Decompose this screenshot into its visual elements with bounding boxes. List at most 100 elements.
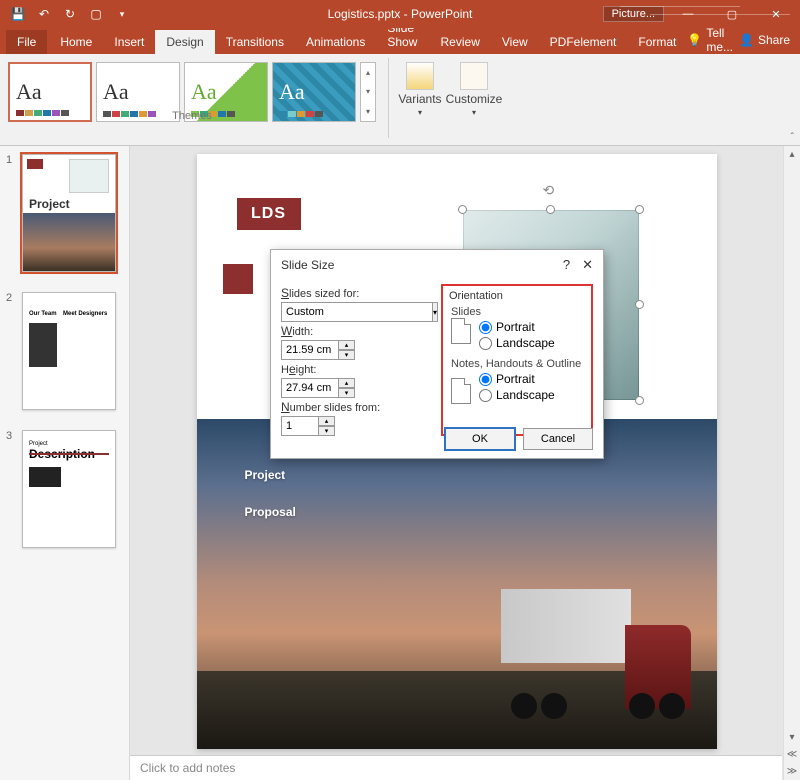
ribbon-tabs: File Home Insert Design Transitions Anim…	[0, 28, 800, 54]
thumbnail-number: 1	[6, 154, 16, 272]
theme-card[interactable]: Aa	[96, 62, 180, 122]
share-label: Share	[758, 33, 790, 47]
start-slideshow-icon[interactable]: ▢	[88, 6, 104, 22]
page-portrait-icon	[451, 378, 471, 404]
resize-handle[interactable]	[635, 205, 644, 214]
collapse-ribbon-icon[interactable]: ˆ	[791, 132, 794, 143]
slide-editor[interactable]: LDS ⟲ ProjectProposal	[130, 146, 783, 780]
tab-pdfelement[interactable]: PDFelement	[539, 30, 628, 54]
slide-size-dialog: Slide Size ? ✕ Slides sized for: ▾ Width…	[270, 249, 604, 459]
tab-file[interactable]: File	[6, 30, 47, 54]
page-portrait-icon	[451, 318, 471, 344]
rotate-handle-icon[interactable]: ⟲	[543, 182, 559, 198]
orientation-header: Orientation	[449, 290, 585, 302]
notes-subheader: Notes, Handouts & Outline	[451, 358, 585, 370]
bulb-icon: 💡	[687, 33, 702, 47]
titlebar: 💾 ↶ ↻ ▢ ▾ Logistics.pptx - PowerPoint Pi…	[0, 0, 800, 28]
width-input[interactable]	[281, 340, 339, 360]
tab-format[interactable]: Format	[627, 30, 687, 54]
number-from-spinner[interactable]: ▴▾	[281, 416, 337, 436]
customize-button[interactable]: Customize▾	[447, 54, 501, 117]
sized-for-input[interactable]	[281, 302, 433, 322]
tab-design[interactable]: Design	[155, 30, 214, 54]
slides-subheader: Slides	[451, 306, 585, 318]
tab-animations[interactable]: Animations	[295, 30, 376, 54]
dialog-close-icon[interactable]: ✕	[582, 257, 593, 273]
scroll-down-icon[interactable]: ▾	[784, 729, 800, 746]
spin-up-icon[interactable]: ▴	[339, 378, 355, 388]
thumbnail-slide-2[interactable]: Our TeamMeet Designers	[22, 292, 116, 410]
slide-thumbnails-pane[interactable]: 1 ProjectProposal 2 Our TeamMeet Designe…	[0, 146, 130, 780]
thumbnail-item[interactable]: 2 Our TeamMeet Designers	[6, 292, 123, 410]
spin-up-icon[interactable]: ▴	[339, 340, 355, 350]
chevron-down-icon[interactable]: ▾	[433, 302, 438, 322]
prev-slide-icon[interactable]: ≪	[784, 746, 800, 763]
tab-review[interactable]: Review	[430, 30, 491, 54]
thumbnail-number: 2	[6, 292, 16, 410]
variants-icon	[406, 62, 434, 90]
number-from-label: Number slides from:	[281, 400, 433, 414]
thumbnail-item[interactable]: 1 ProjectProposal	[6, 154, 123, 272]
redo-icon[interactable]: ↻	[62, 6, 78, 22]
next-slide-icon[interactable]: ≫	[784, 763, 800, 780]
tab-insert[interactable]: Insert	[103, 30, 155, 54]
orientation-group: Orientation Slides Portrait Landscape No…	[441, 284, 593, 436]
width-spinner[interactable]: ▴▾	[281, 340, 357, 360]
height-input[interactable]	[281, 378, 339, 398]
number-from-input[interactable]	[281, 416, 319, 436]
theme-card-current[interactable]: Aa	[8, 62, 92, 122]
resize-handle[interactable]	[635, 396, 644, 405]
sized-for-label: Slides sized for:	[281, 286, 433, 300]
notes-pane[interactable]: Click to add notes	[130, 755, 782, 780]
thumbnail-slide-3[interactable]: Project Description	[22, 430, 116, 548]
thumbnail-slide-1[interactable]: ProjectProposal	[22, 154, 116, 272]
group-label-themes: Themes	[172, 110, 212, 122]
qat-dropdown-icon[interactable]: ▾	[114, 6, 130, 22]
logo-badge: LDS	[237, 198, 301, 230]
dialog-help-icon[interactable]: ?	[563, 257, 570, 273]
accent-square	[223, 264, 253, 294]
dialog-title: Slide Size	[281, 258, 334, 272]
tab-transitions[interactable]: Transitions	[215, 30, 295, 54]
resize-handle[interactable]	[458, 205, 467, 214]
spin-down-icon[interactable]: ▾	[339, 350, 355, 360]
cancel-button[interactable]: Cancel	[523, 428, 593, 450]
height-label: Height:	[281, 362, 433, 376]
spin-down-icon[interactable]: ▾	[319, 426, 335, 436]
thumbnail-number: 3	[6, 430, 16, 548]
slides-landscape-radio[interactable]: Landscape	[479, 336, 585, 350]
notes-placeholder: Click to add notes	[140, 761, 235, 775]
resize-handle[interactable]	[635, 300, 644, 309]
notes-portrait-radio[interactable]: Portrait	[479, 372, 585, 386]
vertical-scrollbar[interactable]: ▴ ▾ ≪ ≫	[783, 146, 800, 780]
save-icon[interactable]: 💾	[10, 6, 26, 22]
window-title: Logistics.pptx - PowerPoint	[328, 7, 473, 21]
workspace: 1 ProjectProposal 2 Our TeamMeet Designe…	[0, 146, 800, 780]
sized-for-combo[interactable]: ▾	[281, 302, 433, 322]
ok-button[interactable]: OK	[445, 428, 515, 450]
undo-icon[interactable]: ↶	[36, 6, 52, 22]
spin-down-icon[interactable]: ▾	[339, 388, 355, 398]
share-button[interactable]: 👤 Share	[739, 33, 790, 47]
theme-card[interactable]: Aa	[272, 62, 356, 122]
resize-handle[interactable]	[546, 205, 555, 214]
slide-title[interactable]: ProjectProposal	[245, 450, 296, 525]
tab-home[interactable]: Home	[49, 30, 103, 54]
scroll-up-icon[interactable]: ▴	[784, 146, 800, 163]
tab-view[interactable]: View	[491, 30, 539, 54]
share-icon: 👤	[739, 33, 754, 47]
width-label: Width:	[281, 324, 433, 338]
spin-up-icon[interactable]: ▴	[319, 416, 335, 426]
ribbon-body: Aa Aa Aa Aa ▴▾▾ Themes Variants▾ Customi…	[0, 54, 800, 146]
variants-button[interactable]: Variants▾	[393, 54, 447, 117]
variants-label: Variants	[398, 92, 441, 106]
themes-more-button[interactable]: ▴▾▾	[360, 62, 376, 122]
notes-landscape-radio[interactable]: Landscape	[479, 388, 585, 402]
tell-me[interactable]: 💡 Tell me...	[687, 26, 733, 54]
slides-portrait-radio[interactable]: Portrait	[479, 320, 585, 334]
height-spinner[interactable]: ▴▾	[281, 378, 357, 398]
tell-me-label: Tell me...	[706, 26, 733, 54]
thumbnail-item[interactable]: 3 Project Description	[6, 430, 123, 548]
quick-access-toolbar: 💾 ↶ ↻ ▢ ▾	[0, 6, 140, 22]
customize-label: Customize	[446, 92, 503, 106]
